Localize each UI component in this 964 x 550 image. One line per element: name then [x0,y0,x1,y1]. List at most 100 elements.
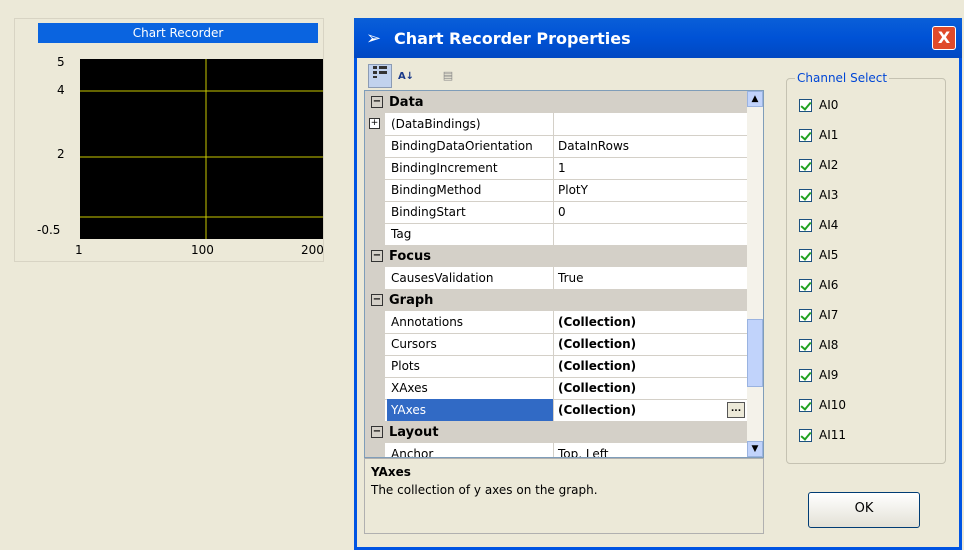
y-tick-5: 5 [57,55,65,69]
property-row-bindingmethod[interactable]: BindingMethod PlotY [365,179,749,202]
x-tick-1: 1 [75,243,83,257]
collapse-icon[interactable]: − [371,96,383,108]
property-row-bindingincrement[interactable]: BindingIncrement 1 [365,157,749,180]
category-graph[interactable]: − Graph [365,289,749,311]
checkbox-checked-icon[interactable] [799,189,812,202]
chart-recorder-plot [80,59,323,239]
y-tick-2: 2 [57,147,65,161]
property-value[interactable]: (Collection) [553,377,749,399]
scroll-thumb[interactable] [747,319,763,387]
expand-icon[interactable]: + [369,118,380,129]
channel-checkbox-ai2[interactable]: AI2 [799,157,919,175]
property-value[interactable] [553,223,749,245]
plot-grid [80,59,323,239]
property-row-plots[interactable]: Plots (Collection) [365,355,749,378]
property-value-text: (Collection) [558,403,637,417]
checkbox-checked-icon[interactable] [799,99,812,112]
collapse-icon[interactable]: − [371,294,383,306]
row-gutter [365,399,385,421]
channel-checkbox-ai8[interactable]: AI8 [799,337,919,355]
property-value[interactable]: Top, Left [553,443,749,457]
channel-checkbox-ai1[interactable]: AI1 [799,127,919,145]
description-pane: YAxes The collection of y axes on the gr… [364,458,764,534]
channel-checkbox-ai11[interactable]: AI11 [799,427,919,445]
scroll-up-icon[interactable]: ▲ [747,91,763,107]
ok-button[interactable]: OK [808,492,920,528]
close-button[interactable]: X [932,26,956,50]
channel-select-group: Channel Select AI0 AI1 AI2 AI3 AI4 AI5 A… [786,71,946,464]
channel-label: AI7 [819,308,839,322]
checkbox-checked-icon[interactable] [799,339,812,352]
channel-checkbox-ai3[interactable]: AI3 [799,187,919,205]
property-value[interactable]: PlotY [553,179,749,201]
checkbox-checked-icon[interactable] [799,309,812,322]
checkbox-checked-icon[interactable] [799,399,812,412]
row-gutter [365,311,385,333]
checkbox-checked-icon[interactable] [799,279,812,292]
alphabetical-view-button[interactable]: A↓ [394,64,418,88]
checkbox-checked-icon[interactable] [799,429,812,442]
dialog-titlebar[interactable]: ➢ Chart Recorder Properties X [354,18,962,58]
property-row-causesvalidation[interactable]: CausesValidation True [365,267,749,290]
collapse-icon[interactable]: − [371,426,383,438]
vertical-scrollbar[interactable]: ▲ ▼ [747,91,763,457]
x-tick-200: 200 [301,243,324,257]
property-value[interactable]: (Collection) [553,333,749,355]
row-gutter [365,443,385,457]
channel-checkbox-ai10[interactable]: AI10 [799,397,919,415]
property-value[interactable]: (Collection) [553,355,749,377]
category-focus[interactable]: − Focus [365,245,749,267]
chart-recorder-title: Chart Recorder [38,23,318,43]
dialog-logo-icon: ➢ [366,28,382,49]
property-grid-toolbar: A↓ ▤ [364,58,764,90]
channel-checkbox-ai4[interactable]: AI4 [799,217,919,235]
property-value[interactable]: 0 [553,201,749,223]
property-name: Anchor [391,447,434,458]
channel-label: AI4 [819,218,839,232]
collapse-icon[interactable]: − [371,250,383,262]
property-name: BindingMethod [391,183,482,197]
property-value[interactable]: (Collection) [553,311,749,333]
property-value[interactable]: 1 [553,157,749,179]
channel-select-legend: Channel Select [795,71,890,85]
property-name: BindingIncrement [391,161,498,175]
category-layout[interactable]: − Layout [365,421,749,443]
property-row-bindingstart[interactable]: BindingStart 0 [365,201,749,224]
checkbox-checked-icon[interactable] [799,249,812,262]
description-text: The collection of y axes on the graph. [371,483,598,497]
row-gutter [365,157,385,179]
channel-checkbox-ai5[interactable]: AI5 [799,247,919,265]
checkbox-checked-icon[interactable] [799,219,812,232]
property-row-anchor[interactable]: Anchor Top, Left [365,443,749,458]
row-gutter [365,377,385,399]
property-value[interactable]: DataInRows [553,135,749,157]
checkbox-checked-icon[interactable] [799,129,812,142]
property-value[interactable] [553,113,749,135]
property-row-cursors[interactable]: Cursors (Collection) [365,333,749,356]
categorized-icon [373,66,387,78]
property-pages-button[interactable]: ▤ [436,64,460,88]
channel-checkbox-ai6[interactable]: AI6 [799,277,919,295]
channel-label: AI9 [819,368,839,382]
channel-checkbox-ai7[interactable]: AI7 [799,307,919,325]
property-row-annotations[interactable]: Annotations (Collection) [365,311,749,334]
ellipsis-button[interactable]: ... [727,402,745,418]
property-value[interactable]: (Collection) ... [553,399,749,421]
property-row-yaxes[interactable]: YAxes (Collection) ... [365,399,749,422]
property-row-xaxes[interactable]: XAxes (Collection) [365,377,749,400]
channel-checkbox-ai0[interactable]: AI0 [799,97,919,115]
property-row-databindings[interactable]: + (DataBindings) [365,113,749,136]
checkbox-checked-icon[interactable] [799,369,812,382]
channel-label: AI0 [819,98,839,112]
row-gutter [365,267,385,289]
property-row-bindingdataorientation[interactable]: BindingDataOrientation DataInRows [365,135,749,158]
property-name: Cursors [391,337,437,351]
property-value[interactable]: True [553,267,749,289]
category-data[interactable]: − Data [365,91,749,113]
checkbox-checked-icon[interactable] [799,159,812,172]
property-row-tag[interactable]: Tag [365,223,749,246]
channel-label: AI6 [819,278,839,292]
categorized-view-button[interactable] [368,64,392,88]
scroll-down-icon[interactable]: ▼ [747,441,763,457]
channel-checkbox-ai9[interactable]: AI9 [799,367,919,385]
